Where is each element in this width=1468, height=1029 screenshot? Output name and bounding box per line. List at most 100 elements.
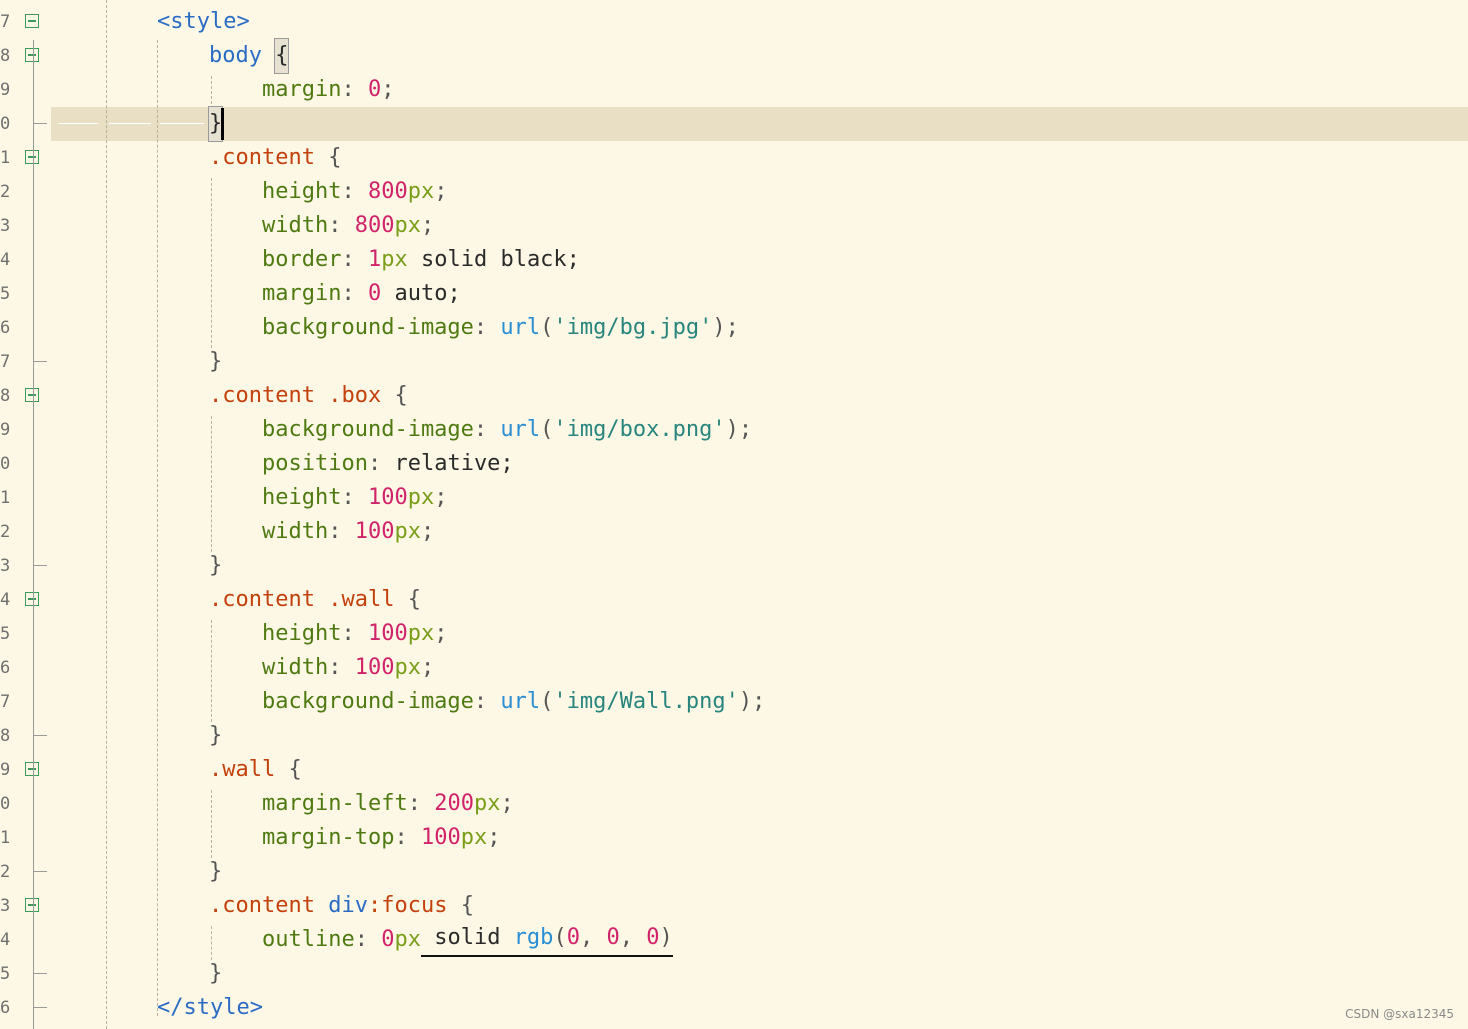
code-line[interactable]: 9 background-image: url('img/box.png');: [0, 413, 1468, 447]
code-token: :: [394, 825, 421, 850]
code-text[interactable]: background-image: url('img/box.png');: [262, 413, 752, 447]
code-token: px: [407, 485, 435, 510]
code-line[interactable]: 1 margin-top: 100 px;: [0, 821, 1468, 855]
indent-guide: [157, 40, 158, 1016]
line-number: 4: [0, 250, 11, 270]
code-text[interactable]: margin-top: 100 px;: [262, 821, 500, 855]
code-line[interactable]: 0 margin-left: 200 px;: [0, 787, 1468, 821]
code-text[interactable]: <style>: [157, 5, 250, 39]
code-line[interactable]: 7 <style>: [0, 5, 1468, 39]
code-text[interactable]: height: 100 px;: [262, 617, 447, 651]
code-text[interactable]: .content .wall {: [209, 583, 421, 617]
code-text[interactable]: </style>: [157, 991, 263, 1025]
fold-collapse-icon[interactable]: [25, 14, 39, 28]
code-text[interactable]: margin-left: 200 px;: [262, 787, 514, 821]
color-value-link[interactable]: solid rgb(0, 0, 0): [420, 923, 673, 957]
code-line[interactable]: 3 width: 800 px;: [0, 209, 1468, 243]
code-line[interactable]: 4 border: 1 px solid black;: [0, 243, 1468, 277]
code-token: .content: [209, 893, 315, 918]
code-text[interactable]: height: 800 px;: [262, 175, 447, 209]
code-text[interactable]: background-image: url('img/bg.jpg');: [262, 311, 739, 345]
code-line[interactable]: 3 .content div:focus {: [0, 889, 1468, 923]
code-text[interactable]: margin: 0 auto;: [262, 277, 461, 311]
code-line[interactable]: 8 body {: [0, 38, 1468, 74]
code-text[interactable]: }: [209, 345, 222, 379]
code-text[interactable]: .wall {: [209, 753, 302, 787]
code-text[interactable]: }: [209, 957, 222, 991]
code-text[interactable]: border: 1 px solid black;: [262, 243, 580, 277]
code-text[interactable]: height: 100 px;: [262, 481, 447, 515]
code-token: background-image: [262, 689, 474, 714]
code-line[interactable]: 8}: [0, 719, 1468, 753]
code-line[interactable]: 6 background-image: url('img/bg.jpg');: [0, 311, 1468, 345]
code-text[interactable]: outline: 0 px solid rgb(0, 0, 0): [262, 923, 673, 957]
code-line[interactable]: 5 margin: 0 auto;: [0, 277, 1468, 311]
code-token: relative;: [394, 451, 514, 476]
code-line[interactable]: 2 width: 100 px;: [0, 515, 1468, 549]
code-line[interactable]: 7 background-image: url('img/Wall.png');: [0, 685, 1468, 719]
code-text[interactable]: width: 100 px;: [262, 515, 434, 549]
code-editor[interactable]: 7 <style> 8 body {9 margin: 0; 0} 1 .content {2…: [0, 0, 1468, 1029]
code-line[interactable]: 7}: [0, 345, 1468, 379]
code-token: 0: [566, 925, 580, 950]
code-token: ;: [487, 825, 501, 850]
line-number: 1: [0, 488, 11, 508]
code-line[interactable]: 5 height: 100 px;: [0, 617, 1468, 651]
code-text[interactable]: .content .box {: [209, 379, 408, 413]
code-token: margin: [262, 281, 342, 306]
fold-collapse-icon[interactable]: [25, 48, 39, 62]
code-token: 1: [367, 247, 382, 272]
code-line[interactable]: 6 width: 100 px;: [0, 651, 1468, 685]
code-line[interactable]: 4 outline: 0 px solid rgb(0, 0, 0): [0, 923, 1468, 957]
code-token: 0: [367, 77, 382, 102]
fold-collapse-icon[interactable]: [25, 150, 39, 164]
code-line[interactable]: 1 .content {: [0, 141, 1468, 175]
code-line[interactable]: 2}: [0, 855, 1468, 889]
code-line[interactable]: 8 .content .box {: [0, 379, 1468, 413]
code-line[interactable]: 3}: [0, 549, 1468, 583]
code-line[interactable]: 9 margin: 0;: [0, 73, 1468, 107]
code-token: px: [394, 655, 421, 680]
code-text[interactable]: .content {: [209, 141, 341, 175]
code-text[interactable]: width: 800 px;: [262, 209, 434, 243]
code-text[interactable]: .content div:focus {: [209, 889, 474, 923]
code-token: rgb: [513, 925, 554, 950]
code-text[interactable]: background-image: url('img/Wall.png');: [262, 685, 765, 719]
code-token: .box: [328, 383, 382, 408]
code-token: 100: [367, 485, 408, 510]
code-line[interactable]: 6 </style>: [0, 991, 1468, 1025]
fold-collapse-icon[interactable]: [25, 592, 39, 606]
code-line[interactable]: 9 .wall {: [0, 753, 1468, 787]
code-text[interactable]: }: [209, 719, 222, 753]
fold-collapse-icon[interactable]: [25, 898, 39, 912]
code-line[interactable]: 5}: [0, 957, 1468, 991]
code-line[interactable]: 0 position: relative;: [0, 447, 1468, 481]
code-text[interactable]: margin: 0;: [262, 73, 394, 107]
fold-end-marker: [33, 361, 47, 362]
code-text[interactable]: }: [209, 549, 222, 583]
code-text[interactable]: body {: [209, 38, 290, 74]
code-token: .wall: [209, 757, 276, 782]
line-number: 0: [0, 114, 11, 134]
code-text[interactable]: }: [209, 855, 222, 889]
fold-end-marker: [33, 973, 47, 974]
code-token: 100: [420, 825, 461, 850]
code-token: ;: [434, 621, 448, 646]
code-line[interactable]: 4 .content .wall {: [0, 583, 1468, 617]
code-text[interactable]: width: 100 px;: [262, 651, 434, 685]
code-token: ;: [500, 791, 514, 816]
line-number: 8: [0, 46, 11, 66]
code-text[interactable]: position: relative;: [262, 447, 514, 481]
code-token: div: [328, 893, 368, 918]
code-line[interactable]: 1 height: 100 px;: [0, 481, 1468, 515]
line-number: 2: [0, 182, 11, 202]
code-token: :focus: [367, 893, 448, 918]
code-token: body: [209, 43, 262, 68]
fold-collapse-icon[interactable]: [25, 762, 39, 776]
code-token: 0: [646, 925, 660, 950]
line-number: 7: [0, 352, 11, 372]
fold-collapse-icon[interactable]: [25, 388, 39, 402]
code-line[interactable]: 2 height: 800 px;: [0, 175, 1468, 209]
code-token: (: [540, 315, 554, 340]
